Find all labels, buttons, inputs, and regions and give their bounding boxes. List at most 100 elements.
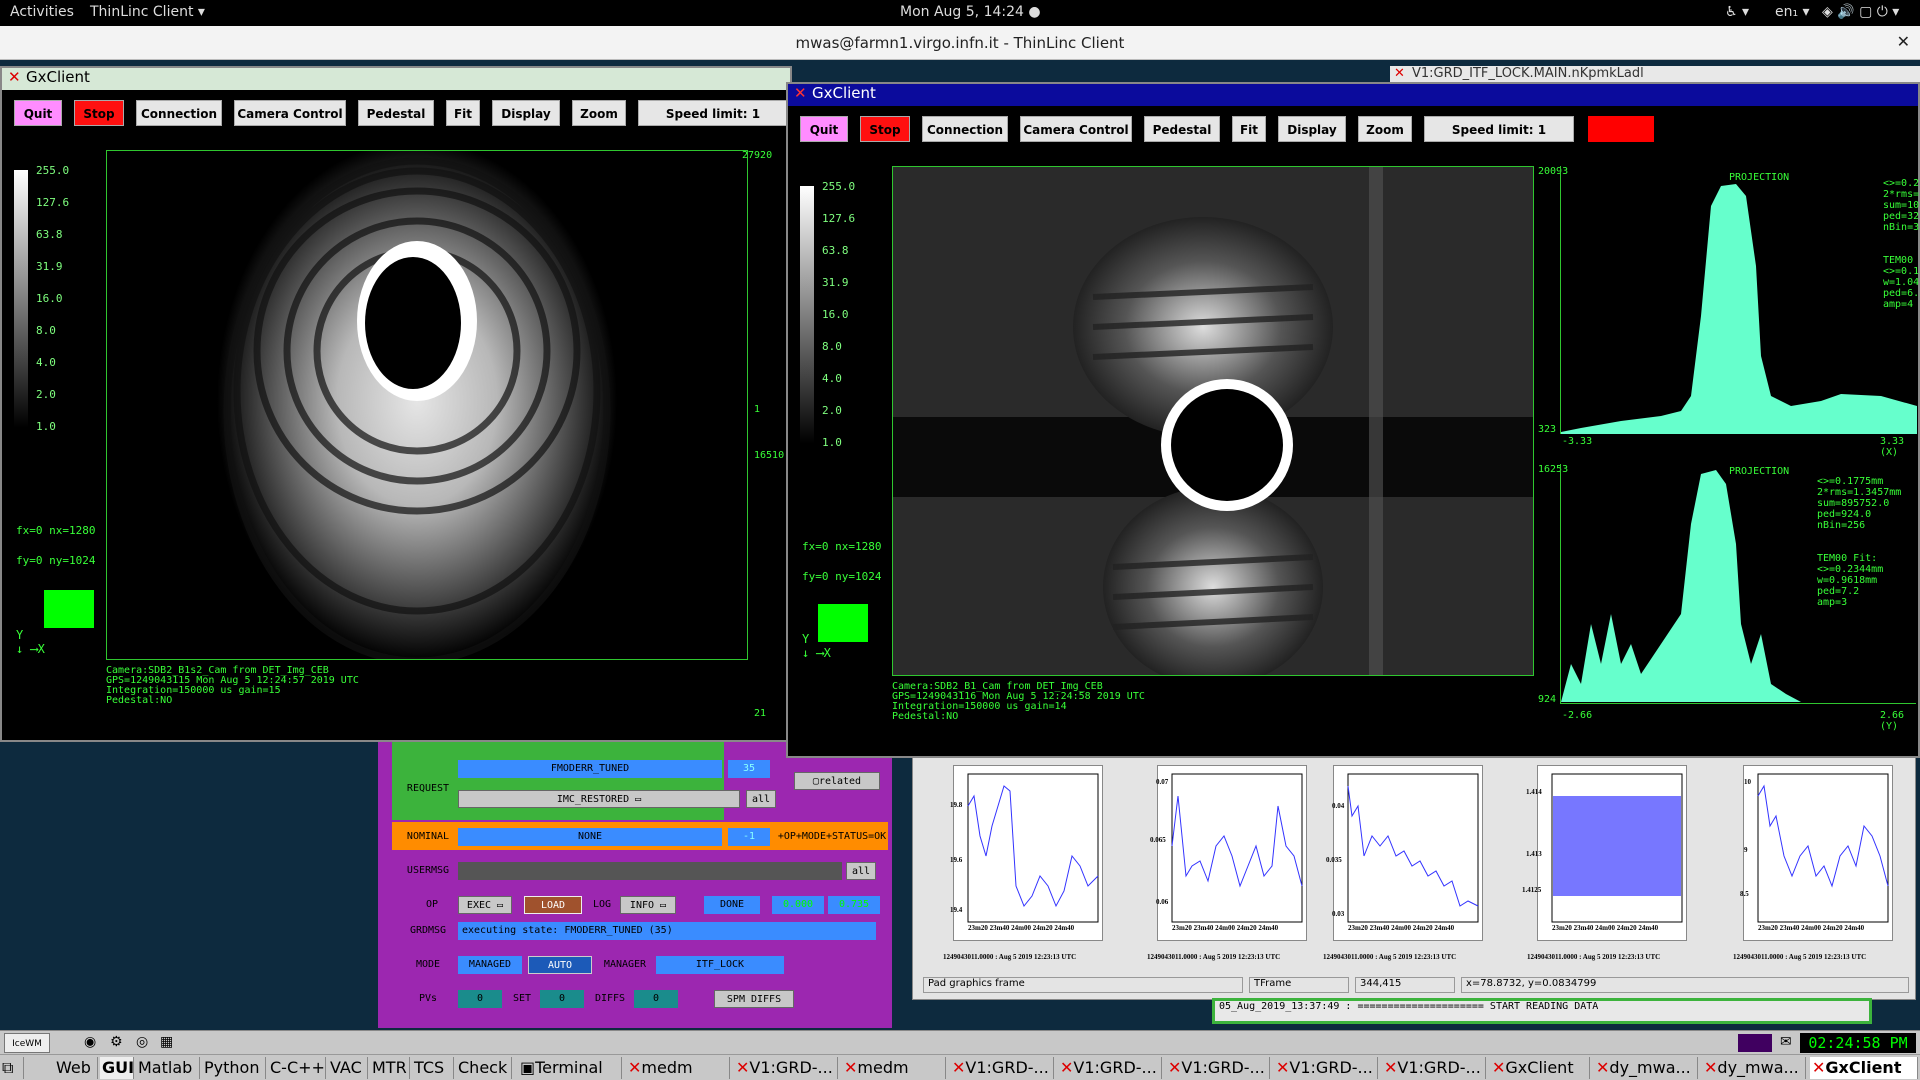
close-icon[interactable]: ✕ — [1897, 32, 1910, 51]
gxclient-window-1[interactable]: ✕ GxClient Quit Stop Connection Camera C… — [0, 66, 792, 742]
task-item[interactable]: ✕GxClient — [1810, 1057, 1918, 1079]
task-item[interactable]: Check — [456, 1057, 512, 1079]
system-tray-icons[interactable]: ◈ 🔊 ▢ ⏻ ▾ — [1822, 4, 1899, 20]
pedestal-button[interactable]: Pedestal — [1144, 116, 1220, 142]
fy-readout: fy=0 ny=1024 — [802, 570, 882, 583]
log-output: 05_Aug_2019_13:37:49 : =================… — [1212, 998, 1872, 1024]
display-button[interactable]: Display — [492, 100, 560, 126]
quit-button[interactable]: Quit — [800, 116, 848, 142]
browser-icon[interactable]: ◎ — [136, 1034, 148, 1050]
trace-plot — [1171, 773, 1303, 923]
firefox-icon[interactable]: ◉ — [84, 1034, 96, 1050]
projection-x-plot[interactable]: PROJECTION <>=0.2 2*rms= sum=10 ped=32 nBin=… — [1560, 166, 1920, 434]
cpu-monitor-icon — [1738, 1034, 1772, 1052]
task-item[interactable]: ✕GxClient — [1490, 1057, 1590, 1079]
task-item[interactable]: ✕V1:GRD-... — [1382, 1057, 1486, 1079]
task-item[interactable]: ✕dy_mwa... — [1594, 1057, 1698, 1079]
task-item[interactable]: ✕dy_mwa... — [1702, 1057, 1806, 1079]
projection-y-plot[interactable]: PROJECTION <>=0.1775mm 2*rms=1.3457mm sum=… — [1560, 464, 1916, 704]
camera-control-button[interactable]: Camera Control — [1020, 116, 1132, 142]
scale-label: 8.0 — [822, 340, 842, 353]
grdmsg-label: GRDMSG — [409, 925, 447, 936]
zoom-button[interactable]: Zoom — [1358, 116, 1412, 142]
manager-label: MANAGER — [603, 959, 647, 970]
clock[interactable]: Mon Aug 5, 14:24 ● — [900, 4, 1041, 20]
task-item[interactable]: GUI — [100, 1057, 134, 1079]
set-value: 0 — [540, 990, 584, 1008]
fit-button[interactable]: Fit — [446, 100, 480, 126]
request-value: FMODERR_TUNED — [458, 760, 722, 778]
fit-button[interactable]: Fit — [1232, 116, 1266, 142]
mode-label: MODE — [415, 959, 441, 970]
quit-button[interactable]: Quit — [14, 100, 62, 126]
bg-window-title[interactable]: ✕ V1:GRD_ITF_LOCK.MAIN.nKpmkLadl — [1390, 66, 1920, 82]
side-value: 16510 — [754, 450, 785, 461]
task-item[interactable]: ✕V1:GRD-... — [950, 1057, 1054, 1079]
display-button[interactable]: Display — [1278, 116, 1346, 142]
start-logo-icon[interactable]: IceWM — [4, 1033, 50, 1053]
titlebar[interactable]: ✕ GxClient — [788, 84, 1918, 106]
status-indicator[interactable] — [44, 590, 94, 628]
titlebar[interactable]: ✕ GxClient — [2, 68, 790, 90]
task-item[interactable]: TCS — [412, 1057, 454, 1079]
task-item[interactable]: Web — [54, 1057, 98, 1079]
task-item[interactable]: ✕V1:GRD-... — [734, 1057, 838, 1079]
plot-pad[interactable]: 10 9 8.5 23m20 23m40 24m00 24m20 24m40 — [1740, 765, 1893, 941]
show-desktop-icon[interactable]: ⧉ — [0, 1057, 24, 1079]
mail-icon[interactable]: ✉ — [1780, 1034, 1792, 1050]
task-item[interactable]: ▣Terminal — [518, 1057, 622, 1079]
trace-plot — [1551, 773, 1683, 923]
op-select[interactable]: EXEC ▭ — [458, 896, 512, 914]
scale-label: 2.0 — [822, 404, 842, 417]
activities-button[interactable]: Activities — [10, 4, 74, 20]
accessibility-icon[interactable]: ♿ ▾ — [1725, 4, 1749, 20]
camera-image[interactable] — [892, 166, 1534, 676]
task-item[interactable]: Python — [202, 1057, 266, 1079]
load-button[interactable]: LOAD — [524, 896, 582, 914]
log-select[interactable]: INFO ▭ — [620, 896, 676, 914]
task-item[interactable]: C-C++ — [268, 1057, 326, 1079]
plot-caption: 1249043011.0000 : Aug 5 2019 12:23:13 UT… — [1527, 953, 1661, 961]
related-button[interactable]: ▢related — [794, 772, 880, 790]
language-menu[interactable]: en₁ ▾ — [1775, 4, 1810, 20]
settings-icon[interactable]: ⚙ — [110, 1034, 123, 1050]
task-item[interactable]: ✕V1:GRD-... — [1058, 1057, 1162, 1079]
camera-control-button[interactable]: Camera Control — [234, 100, 346, 126]
plot-pad[interactable]: 1.414 1.413 1.4125 23m20 23m40 24m00 24m… — [1522, 765, 1687, 941]
pedestal-button[interactable]: Pedestal — [358, 100, 434, 126]
task-item[interactable]: ✕medm — [842, 1057, 946, 1079]
task-item[interactable]: VAC — [328, 1057, 368, 1079]
projection-stats: <>=0.1775mm 2*rms=1.3457mm sum=895752.0 ped… — [1817, 476, 1902, 608]
taskbar-clock[interactable]: 02:24:58 PM — [1800, 1033, 1916, 1053]
task-item[interactable]: Matlab — [136, 1057, 200, 1079]
zoom-button[interactable]: Zoom — [572, 100, 626, 126]
all-button[interactable]: all — [746, 790, 776, 808]
plot-pad[interactable]: 0.04 0.035 0.03 23m20 23m40 24m00 24m20 … — [1326, 765, 1483, 941]
stop-button[interactable]: Stop — [74, 100, 124, 126]
task-item[interactable]: ✕medm — [626, 1057, 730, 1079]
all-button[interactable]: all — [846, 862, 876, 880]
request-select[interactable]: IMC_RESTORED ▭ — [458, 790, 740, 808]
stop-button[interactable]: Stop — [860, 116, 910, 142]
speed-limit-button[interactable]: Speed limit: 1 image/s — [638, 100, 788, 147]
root-canvas-window[interactable]: 19.8 19.6 19.4 23m20 23m40 24m00 24m20 2… — [912, 756, 1916, 1000]
scale-label: 2.0 — [36, 388, 56, 401]
thinlinc-titlebar: mwas@farmn1.virgo.infn.it - ThinLinc Cli… — [0, 26, 1920, 60]
gxclient-window-2[interactable]: ✕ GxClient Quit Stop Connection Camera C… — [786, 82, 1920, 758]
task-item[interactable]: MTR — [370, 1057, 410, 1079]
auto-button[interactable]: AUTO — [528, 956, 592, 974]
plot-pad[interactable]: 19.8 19.6 19.4 23m20 23m40 24m00 24m20 2… — [950, 765, 1103, 941]
plot-pad[interactable]: 0.07 0.065 0.06 23m20 23m40 24m00 24m20 … — [1150, 765, 1307, 941]
scale-label: 63.8 — [822, 244, 849, 257]
spm-diffs-button[interactable]: SPM DIFFS — [714, 990, 794, 1008]
terminal-icon[interactable]: ▦ — [160, 1034, 173, 1050]
task-item[interactable]: ✕V1:GRD-... — [1166, 1057, 1270, 1079]
connection-button[interactable]: Connection — [136, 100, 222, 126]
task-item[interactable]: ✕V1:GRD-... — [1274, 1057, 1378, 1079]
camera-image[interactable] — [106, 150, 748, 660]
trace-plot — [967, 773, 1099, 923]
speed-limit-button[interactable]: Speed limit: 1 image/s — [1424, 116, 1574, 163]
connection-button[interactable]: Connection — [922, 116, 1008, 142]
app-menu[interactable]: ThinLinc Client ▾ — [90, 4, 205, 20]
request-number: 35 — [728, 760, 770, 778]
